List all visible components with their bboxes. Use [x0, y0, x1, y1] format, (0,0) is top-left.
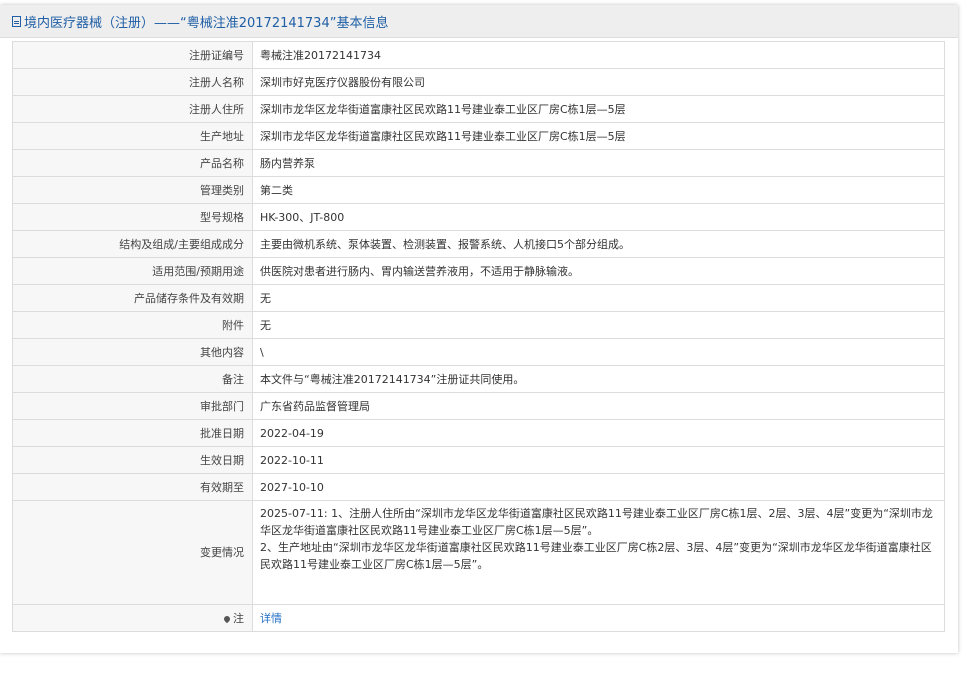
- row-value: 无: [252, 311, 945, 339]
- row-label: 注册证编号: [12, 41, 253, 69]
- table-row-changes: 变更情况 2025-07-11: 1、注册人住所由“深圳市龙华区龙华街道富康社区…: [12, 500, 945, 605]
- row-label: 生效日期: [12, 446, 253, 474]
- table-row: 批准日期 2022-04-19: [12, 419, 945, 447]
- row-label: 注册人住所: [12, 95, 253, 123]
- table-row: 审批部门 广东省药品监督管理局: [12, 392, 945, 420]
- details-link[interactable]: 详情: [260, 612, 282, 625]
- row-label: 生产地址: [12, 122, 253, 150]
- row-label-note: 注: [12, 604, 253, 632]
- row-value: 深圳市龙华区龙华街道富康社区民欢路11号建业泰工业区厂房C栋1层—5层: [252, 95, 945, 123]
- row-value: 2027-10-10: [252, 473, 945, 501]
- table-row-note: 注 详情: [12, 604, 945, 632]
- row-label: 适用范围/预期用途: [12, 257, 253, 285]
- row-value: 主要由微机系统、泵体装置、检测装置、报警系统、人机接口5个部分组成。: [252, 230, 945, 258]
- table-row: 注册人住所 深圳市龙华区龙华街道富康社区民欢路11号建业泰工业区厂房C栋1层—5层: [12, 95, 945, 123]
- pin-icon: [222, 614, 232, 623]
- row-label: 产品储存条件及有效期: [12, 284, 253, 312]
- row-label: 审批部门: [12, 392, 253, 420]
- info-table: 注册证编号 粤械注准20172141734 注册人名称 深圳市好克医疗仪器股份有限公司…: [12, 41, 945, 632]
- row-value: \: [252, 338, 945, 366]
- row-label: 变更情况: [12, 500, 253, 605]
- table-row: 备注 本文件与“粤械注准20172141734”注册证共同使用。: [12, 365, 945, 393]
- row-value: 广东省药品监督管理局: [252, 392, 945, 420]
- row-label: 其他内容: [12, 338, 253, 366]
- row-label: 结构及组成/主要组成成分: [12, 230, 253, 258]
- row-value: 第二类: [252, 176, 945, 204]
- row-label: 批准日期: [12, 419, 253, 447]
- row-label: 注册人名称: [12, 68, 253, 96]
- note-label: 注: [233, 611, 244, 625]
- row-value: 深圳市好克医疗仪器股份有限公司: [252, 68, 945, 96]
- table-row: 型号规格 HK-300、JT-800: [12, 203, 945, 231]
- table-row: 产品名称 肠内营养泵: [12, 149, 945, 177]
- page-title: 境内医疗器械（注册）——“粤械注准20172141734”基本信息: [24, 15, 389, 31]
- row-value: 无: [252, 284, 945, 312]
- changes-value: 2025-07-11: 1、注册人住所由“深圳市龙华区龙华街道富康社区民欢路11…: [252, 500, 945, 605]
- table-row: 结构及组成/主要组成成分 主要由微机系统、泵体装置、检测装置、报警系统、人机接口5…: [12, 230, 945, 258]
- table-row: 注册证编号 粤械注准20172141734: [12, 41, 945, 69]
- row-value: 2022-04-19: [252, 419, 945, 447]
- row-value: 深圳市龙华区龙华街道富康社区民欢路11号建业泰工业区厂房C栋1层—5层: [252, 122, 945, 150]
- row-label: 附件: [12, 311, 253, 339]
- changes-line-2: 2、生产地址由“深圳市龙华区龙华街道富康社区民欢路11号建业泰工业区厂房C栋2层…: [260, 541, 932, 571]
- row-label: 管理类别: [12, 176, 253, 204]
- table-row: 有效期至 2027-10-10: [12, 473, 945, 501]
- row-value: HK-300、JT-800: [252, 203, 945, 231]
- row-label: 型号规格: [12, 203, 253, 231]
- note-value: 详情: [252, 604, 945, 632]
- table-row: 生产地址 深圳市龙华区龙华街道富康社区民欢路11号建业泰工业区厂房C栋1层—5层: [12, 122, 945, 150]
- row-label: 备注: [12, 365, 253, 393]
- row-value: 本文件与“粤械注准20172141734”注册证共同使用。: [252, 365, 945, 393]
- document-icon: [12, 15, 21, 27]
- table-row: 其他内容 \: [12, 338, 945, 366]
- table-row: 注册人名称 深圳市好克医疗仪器股份有限公司: [12, 68, 945, 96]
- changes-line-1: 2025-07-11: 1、注册人住所由“深圳市龙华区龙华街道富康社区民欢路11…: [260, 507, 933, 537]
- panel-header: 境内医疗器械（注册）——“粤械注准20172141734”基本信息: [0, 5, 958, 38]
- row-value: 供医院对患者进行肠内、胃内输送营养液用，不适用于静脉输液。: [252, 257, 945, 285]
- table-row: 适用范围/预期用途 供医院对患者进行肠内、胃内输送营养液用，不适用于静脉输液。: [12, 257, 945, 285]
- row-label: 产品名称: [12, 149, 253, 177]
- row-value: 肠内营养泵: [252, 149, 945, 177]
- row-value: 2022-10-11: [252, 446, 945, 474]
- table-row: 生效日期 2022-10-11: [12, 446, 945, 474]
- table-row: 管理类别 第二类: [12, 176, 945, 204]
- table-row: 附件无: [12, 311, 945, 339]
- table-row: 产品储存条件及有效期无: [12, 284, 945, 312]
- row-label: 有效期至: [12, 473, 253, 501]
- row-value: 粤械注准20172141734: [252, 41, 945, 69]
